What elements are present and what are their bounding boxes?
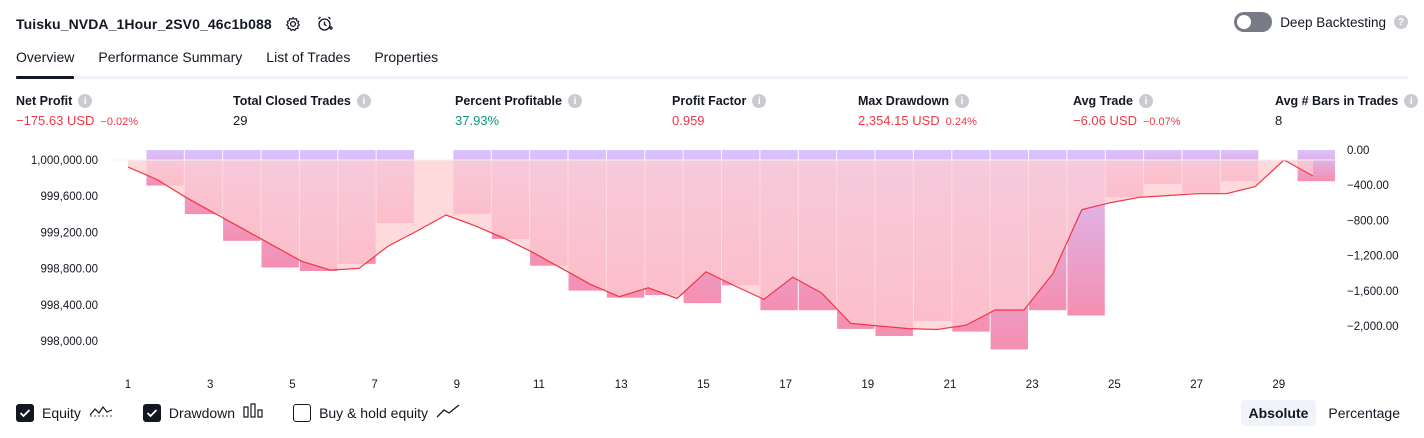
tab-properties[interactable]: Properties	[374, 44, 438, 76]
x-tick-label: 27	[1190, 379, 1203, 391]
buy-hold-checkbox[interactable]	[293, 403, 312, 422]
help-icon[interactable]: i	[356, 94, 371, 108]
y-axis-left: 1,000,000.00 999,600.00 999,200.00 998,800.…	[31, 155, 98, 348]
x-axis: 1 3 5 7 9 11 13 15 17 19 21 23 25 27 29	[125, 379, 1285, 391]
x-tick-label: 21	[944, 379, 957, 391]
scale-mode-toggle: Absolute Percentage	[1240, 400, 1409, 426]
strategy-name: Tuisku_NVDA_1Hour_2SV0_46c1b088	[16, 16, 272, 32]
metric-percent-profitable: Percent Profitable i 37.93%	[455, 94, 582, 128]
metric-value: 2,354.15 USD	[858, 113, 940, 128]
y-tick-label: −2,000.00	[1347, 321, 1398, 333]
bar-chart-icon	[243, 403, 263, 422]
help-icon[interactable]: i	[1404, 94, 1419, 108]
settings-icon[interactable]	[282, 13, 304, 35]
metric-pct: 0.24%	[945, 116, 977, 128]
metric-label: Net Profit	[16, 94, 73, 108]
metric-pct: −0.07%	[1142, 116, 1181, 128]
legend-buy-hold-label: Buy & hold equity	[319, 404, 429, 421]
equity-area	[128, 160, 1313, 330]
help-icon[interactable]: i	[752, 94, 767, 108]
metric-value: 37.93%	[455, 113, 500, 128]
toggle-knob	[1237, 15, 1252, 29]
x-tick-label: 19	[861, 379, 874, 391]
legend-drawdown-label: Drawdown	[168, 404, 236, 421]
x-tick-label: 25	[1108, 379, 1121, 391]
add-alert-icon[interactable]	[314, 13, 336, 35]
x-tick-label: 9	[454, 379, 460, 391]
deep-backtesting: Deep Backtesting ?	[1234, 12, 1408, 32]
help-icon[interactable]: ?	[1394, 15, 1408, 29]
legend-equity-label: Equity	[42, 404, 81, 421]
equity-line-icon	[89, 403, 113, 422]
metric-label: Avg # Bars in Trades	[1275, 94, 1399, 108]
y-tick-label: 999,600.00	[40, 191, 98, 203]
legend-equity[interactable]: Equity	[16, 403, 113, 422]
y-tick-label: 998,400.00	[40, 300, 98, 312]
help-icon[interactable]: i	[78, 94, 93, 108]
x-tick-label: 1	[125, 379, 131, 391]
x-tick-label: 15	[697, 379, 710, 391]
x-tick-label: 13	[615, 379, 628, 391]
drawdown-checkbox[interactable]	[142, 403, 161, 422]
tab-performance-summary[interactable]: Performance Summary	[98, 44, 242, 76]
equity-drawdown-chart[interactable]: 1,000,000.00 999,600.00 999,200.00 998,800.…	[0, 140, 1424, 395]
metric-label: Percent Profitable	[455, 94, 562, 108]
x-tick-label: 29	[1272, 379, 1285, 391]
metric-label: Profit Factor	[672, 94, 747, 108]
metric-avg-trade: Avg Trade i −6.06 USD −0.07%	[1073, 94, 1181, 128]
metric-profit-factor: Profit Factor i 0.959	[672, 94, 767, 128]
metric-pct: −0.02%	[100, 116, 139, 128]
x-tick-label: 3	[207, 379, 213, 391]
help-icon[interactable]: i	[955, 94, 969, 108]
y-tick-label: −1,200.00	[1347, 251, 1398, 263]
y-axis-right: 0.00 −400.00 −800.00 −1,200.00 −1,600.00 −2,0…	[1347, 145, 1398, 333]
metric-label: Avg Trade	[1073, 94, 1133, 108]
metric-value: 0.959	[672, 113, 705, 128]
y-tick-label: 1,000,000.00	[31, 155, 98, 167]
help-icon[interactable]: i	[1138, 94, 1153, 108]
equity-fill	[128, 160, 1313, 330]
chart-legend: Equity Drawdown Buy & hold equity	[16, 403, 460, 422]
deep-backtesting-label: Deep Backtesting	[1280, 14, 1386, 30]
y-tick-label: 999,200.00	[40, 227, 98, 239]
y-tick-label: −800.00	[1347, 215, 1389, 227]
mode-absolute-button[interactable]: Absolute	[1240, 400, 1317, 426]
metric-value: 8	[1275, 113, 1283, 128]
metric-label: Max Drawdown	[858, 94, 949, 108]
mode-percentage-button[interactable]: Percentage	[1320, 400, 1408, 426]
x-tick-label: 23	[1026, 379, 1039, 391]
y-tick-label: −400.00	[1347, 180, 1389, 192]
metric-value: 29	[233, 113, 248, 128]
y-tick-label: 998,800.00	[40, 264, 98, 276]
x-tick-label: 11	[533, 379, 545, 391]
x-tick-label: 17	[779, 379, 792, 391]
metric-net-profit: Net Profit i −175.63 USD −0.02%	[16, 94, 138, 128]
report-tabs: Overview Performance Summary List of Tra…	[16, 44, 1408, 79]
legend-buy-hold[interactable]: Buy & hold equity	[293, 403, 460, 422]
metric-avg-bars-in-trades: Avg # Bars in Trades i 8	[1275, 94, 1419, 128]
metric-max-drawdown: Max Drawdown i 2,354.15 USD 0.24%	[858, 94, 977, 128]
y-tick-label: −1,600.00	[1347, 286, 1398, 298]
y-tick-label: 998,000.00	[40, 336, 98, 348]
deep-backtesting-toggle[interactable]	[1234, 12, 1273, 32]
metric-value: −175.63 USD	[16, 113, 95, 128]
metric-total-closed-trades: Total Closed Trades i 29	[233, 94, 371, 128]
legend-drawdown[interactable]: Drawdown	[142, 403, 263, 422]
metric-value: −6.06 USD	[1073, 113, 1137, 128]
x-tick-label: 5	[289, 379, 295, 391]
help-icon[interactable]: i	[567, 94, 582, 108]
tab-list-of-trades[interactable]: List of Trades	[266, 44, 350, 76]
strategy-header: Tuisku_NVDA_1Hour_2SV0_46c1b088	[16, 12, 336, 36]
y-tick-label: 0.00	[1347, 145, 1369, 157]
trend-line-icon	[436, 403, 460, 422]
x-tick-label: 7	[371, 379, 377, 391]
equity-checkbox[interactable]	[16, 403, 34, 422]
tab-overview[interactable]: Overview	[16, 44, 75, 79]
metric-label: Total Closed Trades	[233, 94, 351, 108]
